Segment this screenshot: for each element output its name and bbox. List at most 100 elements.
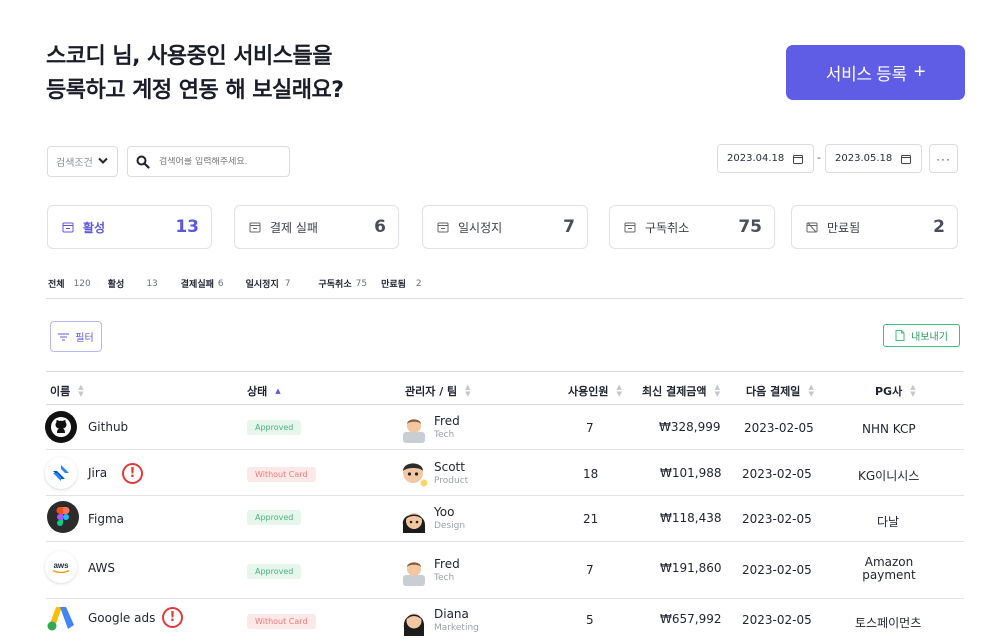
service-name[interactable]: Google ads bbox=[88, 611, 155, 625]
calendar-icon bbox=[901, 155, 911, 164]
calendar-icon bbox=[62, 222, 74, 233]
user-count: 21 bbox=[583, 512, 599, 526]
column-header-label: 상태 bbox=[247, 385, 268, 398]
tab-payment-failed[interactable]: 결제실패 6 bbox=[180, 277, 224, 291]
file-export-icon bbox=[895, 330, 905, 341]
avatar bbox=[402, 513, 425, 533]
column-header-amount[interactable]: 최신 결제금액 ▲ ▼ bbox=[642, 383, 720, 399]
column-header-label: 사용인원 bbox=[568, 385, 609, 398]
calendar-icon bbox=[249, 222, 261, 233]
stat-label: 활성 bbox=[83, 220, 106, 235]
start-date-value: 2023.04.18 bbox=[727, 153, 785, 164]
stat-card-payment-failed[interactable]: 결제 실패 6 bbox=[234, 205, 399, 249]
plus-icon: + bbox=[913, 61, 926, 83]
sort-asc-icon: ▲ bbox=[275, 386, 281, 395]
manager-team: Tech bbox=[434, 573, 455, 583]
pg-name: 다날 bbox=[877, 515, 900, 529]
column-header-label: 관리자 / 팀 bbox=[405, 385, 458, 398]
next-payment-date: 2023-02-05 bbox=[742, 563, 812, 577]
stat-card-paused[interactable]: 일시정지 7 bbox=[422, 205, 588, 249]
export-button[interactable]: 내보내기 bbox=[883, 324, 960, 347]
latest-amount: ₩657,992 bbox=[660, 612, 722, 626]
column-header-users[interactable]: 사용인원 ▲ ▼ bbox=[568, 383, 622, 399]
status-badge: Without Card bbox=[247, 467, 316, 482]
end-date-value: 2023.05.18 bbox=[835, 153, 893, 164]
sort-icon: ▲ ▼ bbox=[910, 383, 916, 398]
tab-count: 75 bbox=[355, 278, 368, 289]
tab-count: 13 bbox=[146, 278, 158, 289]
next-payment-date: 2023-02-05 bbox=[742, 613, 812, 627]
row-divider bbox=[46, 598, 964, 599]
service-name[interactable]: Github bbox=[88, 420, 128, 434]
user-count: 5 bbox=[586, 613, 594, 627]
service-name[interactable]: Figma bbox=[88, 512, 124, 526]
manager-team: Design bbox=[434, 521, 466, 531]
stat-count: 6 bbox=[374, 217, 386, 237]
column-header-label: PG사 bbox=[875, 385, 903, 398]
next-payment-date: 2023-02-05 bbox=[742, 512, 812, 526]
sort-icon: ▲ ▼ bbox=[616, 383, 622, 398]
end-date-field[interactable]: 2023.05.18 bbox=[825, 144, 922, 173]
row-divider bbox=[46, 495, 964, 496]
start-date-field[interactable]: 2023.04.18 bbox=[717, 144, 814, 173]
column-header-status[interactable]: 상태 ▲ bbox=[247, 383, 281, 399]
page-title-line2: 등록하고 계정 연동 해 보실래요? bbox=[46, 78, 344, 103]
column-header-name[interactable]: 이름 ▲ ▼ bbox=[50, 383, 84, 399]
tab-label: 결제실패 bbox=[180, 280, 214, 290]
stat-card-expired[interactable]: 만료됨 2 bbox=[791, 205, 958, 249]
column-header-manager[interactable]: 관리자 / 팀 ▲ ▼ bbox=[405, 383, 471, 399]
column-header-next-payment[interactable]: 다음 결제일 ▲ ▼ bbox=[746, 383, 814, 399]
search-input[interactable] bbox=[159, 156, 279, 167]
more-options-button[interactable]: ··· bbox=[929, 144, 958, 173]
tab-count: 6 bbox=[217, 278, 224, 289]
column-header-label: 다음 결제일 bbox=[746, 385, 801, 398]
warning-icon[interactable]: ! bbox=[162, 607, 183, 628]
more-icon: ··· bbox=[936, 151, 951, 166]
table-top-border bbox=[46, 371, 964, 372]
tab-count: 2 bbox=[415, 278, 422, 289]
avatar bbox=[403, 463, 428, 487]
tab-label: 만료됨 bbox=[381, 280, 406, 290]
row-divider bbox=[46, 449, 964, 450]
calendar-icon bbox=[793, 155, 803, 164]
next-payment-date: 2023-02-05 bbox=[744, 421, 814, 435]
avatar bbox=[403, 419, 425, 443]
export-label: 내보내기 bbox=[911, 332, 948, 343]
status-badge: Approved bbox=[247, 420, 302, 435]
avatar bbox=[403, 613, 425, 636]
pg-name: Amazon payment bbox=[858, 556, 920, 582]
calendar-icon bbox=[437, 222, 449, 233]
row-divider bbox=[46, 541, 964, 542]
search-condition-select[interactable]: 검색조건 bbox=[47, 146, 118, 177]
chevron-down-icon bbox=[98, 157, 108, 164]
manager-team: Marketing bbox=[434, 623, 479, 633]
tab-label: 일시정지 bbox=[245, 280, 279, 290]
aws-logo-text: aws bbox=[53, 561, 69, 570]
manager-name: Fred bbox=[434, 414, 460, 428]
tab-expired[interactable]: 만료됨 2 bbox=[381, 277, 422, 291]
github-icon bbox=[45, 411, 77, 443]
warning-icon[interactable]: ! bbox=[122, 463, 143, 484]
register-service-button[interactable]: 서비스 등록 + bbox=[786, 45, 965, 100]
manager-team: Tech bbox=[434, 430, 455, 440]
filter-button[interactable]: 필터 bbox=[50, 321, 102, 352]
column-header-pg[interactable]: PG사 ▲ ▼ bbox=[875, 383, 916, 399]
tab-label: 구독취소 bbox=[318, 280, 352, 290]
stat-card-active[interactable]: 활성 13 bbox=[47, 205, 212, 249]
date-separator: - bbox=[817, 151, 821, 164]
stat-card-cancelled[interactable]: 구독취소 75 bbox=[609, 205, 775, 249]
calendar-off-icon bbox=[806, 222, 818, 233]
tab-paused[interactable]: 일시정지 7 bbox=[245, 277, 291, 291]
user-count: 7 bbox=[586, 563, 594, 577]
tab-count: 7 bbox=[284, 278, 291, 289]
manager-name: Fred bbox=[434, 557, 460, 571]
service-name[interactable]: AWS bbox=[88, 561, 115, 575]
service-name[interactable]: Jira bbox=[88, 466, 107, 480]
search-condition-label: 검색조건 bbox=[56, 158, 93, 169]
tab-active[interactable]: 활성 13 bbox=[108, 277, 158, 291]
latest-amount: ₩328,999 bbox=[659, 420, 721, 434]
page-title-line1: 스코디 님, 사용중인 서비스들을 bbox=[46, 44, 332, 69]
search-box[interactable] bbox=[127, 146, 290, 177]
tab-cancelled[interactable]: 구독취소 75 bbox=[318, 277, 368, 291]
tab-all[interactable]: 전체 120 bbox=[48, 277, 91, 291]
